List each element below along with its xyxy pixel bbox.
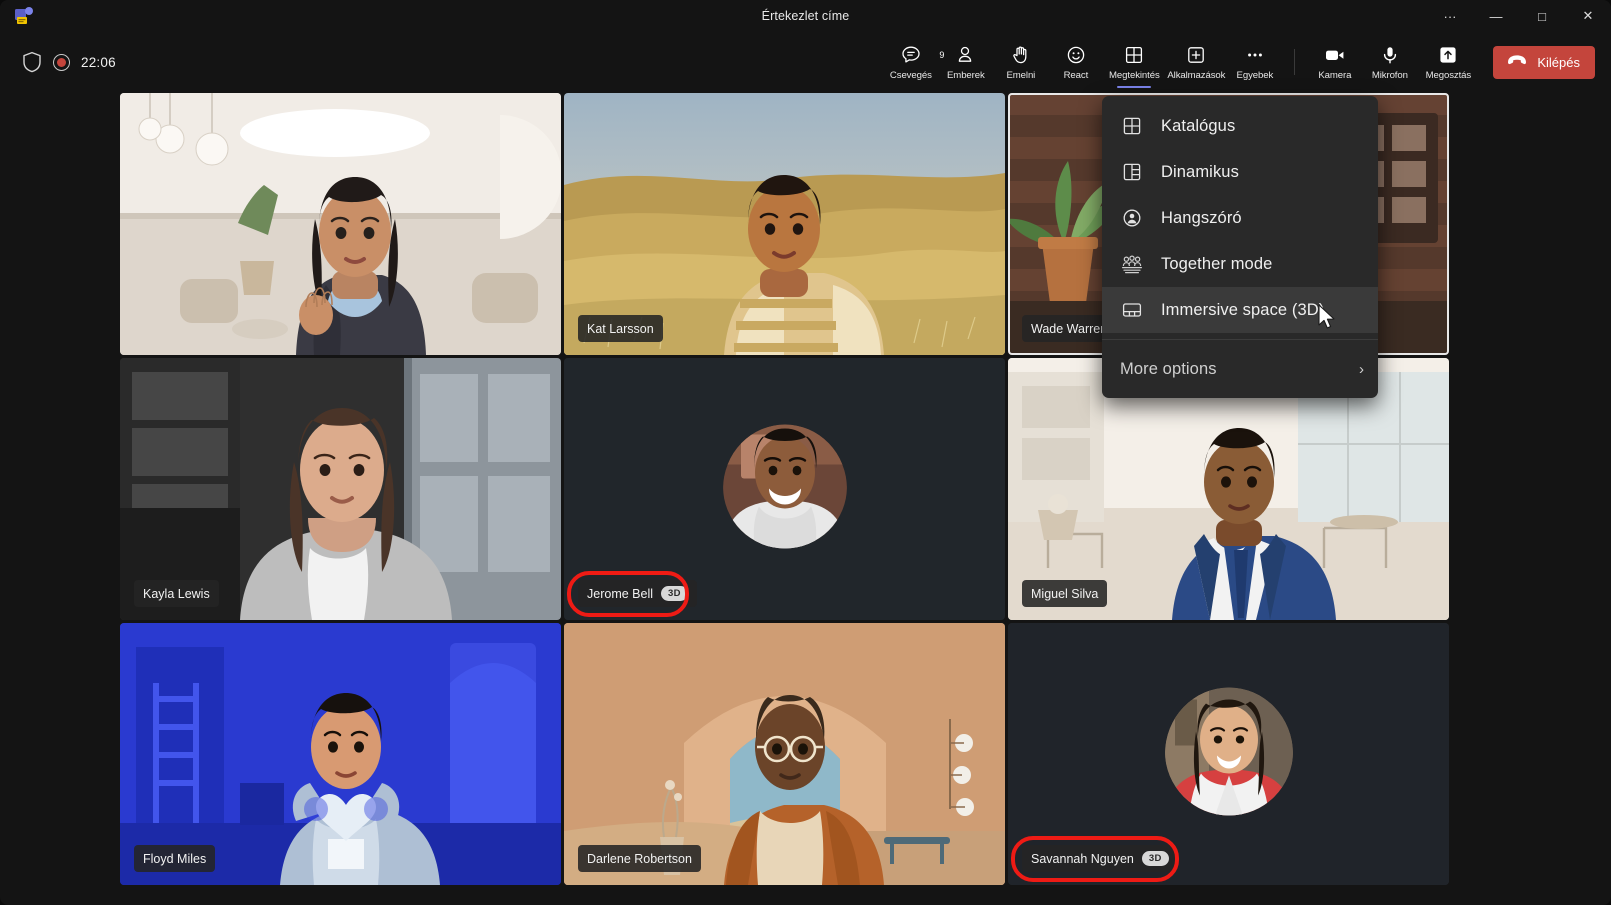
- mouse-cursor: [1318, 304, 1338, 337]
- menu-item-together-mode[interactable]: Together mode: [1102, 241, 1378, 287]
- menu-item-label: Katalógus: [1161, 117, 1235, 136]
- meeting-timer: 22:06: [81, 55, 116, 70]
- participant-name: Kat Larsson: [587, 322, 654, 336]
- toolbar-label-camera: Kamera: [1318, 70, 1351, 81]
- recording-indicator-icon: [53, 54, 70, 71]
- menu-item-label: Hangszóró: [1161, 209, 1242, 228]
- raise-hand-icon: [1010, 43, 1032, 67]
- participant-name-badge: Kayla Lewis: [134, 580, 219, 607]
- toolbar-button-people[interactable]: 9 Emberek: [938, 34, 993, 90]
- participant-name-badge: Jerome Bell 3D: [578, 580, 697, 607]
- view-grid-icon: [1123, 43, 1145, 67]
- toolbar-divider: [1294, 49, 1295, 75]
- participant-name-badge: Darlene Robertson: [578, 845, 701, 872]
- share-screen-icon: [1437, 43, 1459, 67]
- menu-item-label: Immersive space (3D): [1161, 301, 1324, 320]
- avatar: [1165, 688, 1293, 821]
- participant-name: Savannah Nguyen: [1031, 852, 1134, 866]
- grid-icon: [1120, 115, 1144, 137]
- toolbar-button-camera[interactable]: Kamera: [1307, 34, 1362, 90]
- leave-button-label: Kilépés: [1537, 55, 1580, 70]
- menu-item-label: More options: [1120, 360, 1217, 379]
- dynamic-grid-icon: [1120, 161, 1144, 183]
- apps-plus-icon: [1185, 43, 1207, 67]
- toolbar-button-more[interactable]: Egyebek: [1227, 34, 1282, 90]
- badge-3d: 3D: [1142, 851, 1169, 866]
- menu-item-label: Together mode: [1161, 255, 1272, 274]
- participant-name-badge: Kat Larsson: [578, 315, 663, 342]
- window-controls: ··· — □ ✕: [1427, 0, 1611, 32]
- speaker-person-icon: [1120, 207, 1144, 229]
- participant-name-badge: Floyd Miles: [134, 845, 215, 872]
- video-tile[interactable]: Darlene Robertson: [564, 623, 1005, 885]
- maximize-button[interactable]: □: [1519, 0, 1565, 32]
- microphone-icon: [1379, 43, 1401, 67]
- window-title: Értekezlet címe: [0, 9, 1611, 23]
- meeting-status-group: 22:06: [22, 32, 116, 92]
- participant-name: Wade Warren: [1031, 322, 1107, 336]
- video-tile[interactable]: [120, 93, 561, 355]
- toolbar-button-microphone[interactable]: Mikrofon: [1362, 34, 1417, 90]
- more-dots-icon: [1244, 43, 1266, 67]
- toolbar-label-share: Megosztás: [1426, 70, 1472, 81]
- meeting-toolbar: 22:06 Csevegés: [0, 32, 1611, 92]
- titlebar-more-icon[interactable]: ···: [1427, 0, 1473, 32]
- close-button[interactable]: ✕: [1565, 0, 1611, 32]
- menu-separator: [1102, 339, 1378, 340]
- active-tab-indicator: [1117, 86, 1151, 89]
- toolbar-label-microphone: Mikrofon: [1372, 70, 1408, 81]
- participant-name: Darlene Robertson: [587, 852, 692, 866]
- menu-item-speaker[interactable]: Hangszóró: [1102, 195, 1378, 241]
- toolbar-label-view: Megtekintés: [1109, 70, 1160, 81]
- video-tile[interactable]: Kayla Lewis: [120, 358, 561, 620]
- toolbar-button-view[interactable]: Megtekintés: [1103, 34, 1165, 90]
- teams-meeting-window: Értekezlet címe ··· — □ ✕ 22:06: [0, 0, 1611, 905]
- toolbar-label-chat: Csevegés: [890, 70, 932, 81]
- people-count-badge: 9: [939, 50, 986, 60]
- toolbar-button-react[interactable]: React: [1048, 34, 1103, 90]
- video-tile[interactable]: Jerome Bell 3D: [564, 358, 1005, 620]
- chevron-right-icon: ›: [1359, 361, 1364, 378]
- together-mode-icon: [1120, 253, 1144, 275]
- shield-icon: [22, 51, 42, 73]
- camera-icon: [1323, 43, 1347, 67]
- video-tile[interactable]: Kat Larsson: [564, 93, 1005, 355]
- menu-item-dynamic[interactable]: Dinamikus: [1102, 149, 1378, 195]
- participant-name: Jerome Bell: [587, 587, 653, 601]
- toolbar-label-react: React: [1064, 70, 1089, 81]
- participant-name: Floyd Miles: [143, 852, 206, 866]
- chat-icon: [900, 43, 922, 67]
- toolbar-button-chat[interactable]: Csevegés: [883, 34, 938, 90]
- toolbar-button-share[interactable]: Megosztás: [1417, 34, 1479, 90]
- toolbar-button-apps[interactable]: Alkalmazások: [1165, 34, 1227, 90]
- badge-3d: 3D: [661, 586, 688, 601]
- toolbar-label-apps: Alkalmazások: [1167, 70, 1225, 81]
- minimize-button[interactable]: —: [1473, 0, 1519, 32]
- menu-item-gallery[interactable]: Katalógus: [1102, 103, 1378, 149]
- hangup-icon: [1506, 53, 1528, 72]
- toolbar-button-raise-hand[interactable]: Emelni: [993, 34, 1048, 90]
- avatar: [723, 425, 847, 554]
- toolbar-actions: Csevegés 9 Emberek: [883, 32, 1595, 92]
- video-tile[interactable]: Savannah Nguyen 3D: [1008, 623, 1449, 885]
- menu-item-label: Dinamikus: [1161, 163, 1239, 182]
- reactions-icon: [1065, 43, 1087, 67]
- video-tile[interactable]: Floyd Miles: [120, 623, 561, 885]
- participant-name: Kayla Lewis: [143, 587, 210, 601]
- participant-name-badge: Miguel Silva: [1022, 580, 1107, 607]
- toolbar-label-raise-hand: Emelni: [1006, 70, 1035, 81]
- immersive-space-icon: [1120, 299, 1144, 321]
- view-options-menu: Katalógus Dinamikus Hangszóró: [1102, 96, 1378, 398]
- participant-name: Miguel Silva: [1031, 587, 1098, 601]
- toolbar-label-people: Emberek: [947, 70, 985, 81]
- toolbar-label-more: Egyebek: [1237, 70, 1274, 81]
- title-bar: Értekezlet címe ··· — □ ✕: [0, 0, 1611, 32]
- participant-name-badge: Savannah Nguyen 3D: [1022, 845, 1178, 872]
- menu-item-more-options[interactable]: More options ›: [1102, 346, 1378, 392]
- leave-meeting-button[interactable]: Kilépés: [1493, 46, 1595, 79]
